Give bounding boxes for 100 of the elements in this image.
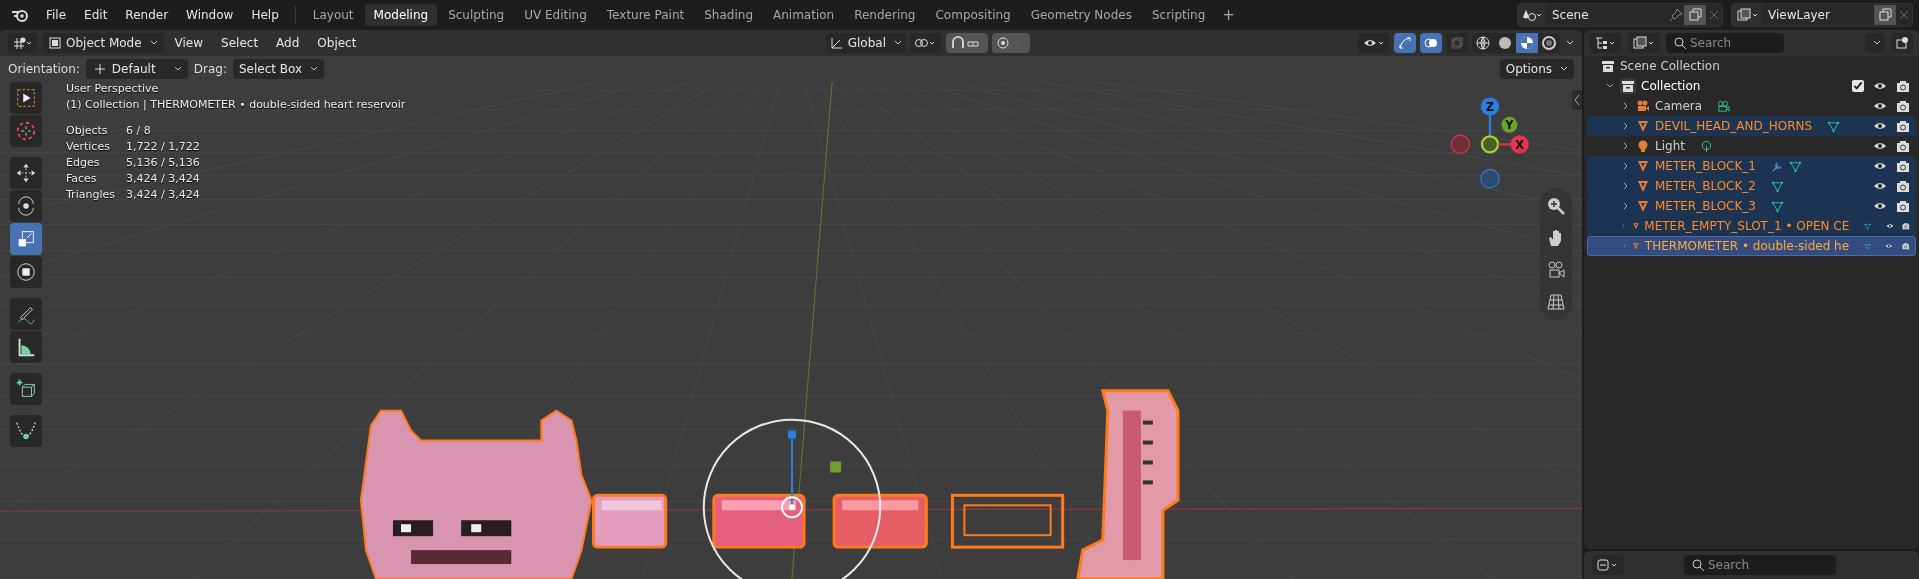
properties-search-field[interactable]: Search [1684,555,1836,575]
object-name[interactable]: THERMOMETER • double-sided he [1644,239,1850,253]
new-collection-button[interactable] [1891,33,1913,53]
workspace-tab[interactable]: Sculpting [439,4,514,26]
outliner-row[interactable]: Light [1587,136,1916,156]
sidebar-toggle-icon[interactable] [1572,90,1582,110]
mesh-data-icon[interactable] [1771,179,1784,193]
view-layer-selector-button[interactable] [1732,4,1762,26]
outliner-row[interactable]: METER_BLOCK_3 [1587,196,1916,216]
outliner-search-field[interactable]: Search [1666,33,1784,53]
menu-item[interactable]: Edit [76,5,116,25]
pivot-point-button[interactable] [910,33,942,53]
rotate-tool-button[interactable] [10,190,42,222]
filter-button[interactable] [1628,33,1660,53]
select-tool-button[interactable] [10,82,42,114]
workspace-tab[interactable]: Scripting [1142,4,1215,26]
scale-tool-button[interactable] [10,223,42,255]
navigation-gizmo[interactable]: Z Y X [1450,94,1530,190]
workspace-tab[interactable]: UV Editing [515,4,596,26]
object-name[interactable]: METER_EMPTY_SLOT_1 • OPEN CE [1644,219,1850,233]
snap-toggle-button[interactable] [946,33,988,53]
menu-item[interactable]: Help [243,5,287,25]
collection-checkbox[interactable] [1852,80,1864,92]
zoom-icon[interactable] [1546,196,1566,216]
viewport-menu-item[interactable]: Object [310,36,364,50]
camera-icon[interactable] [1896,99,1910,113]
viewport-menu-item[interactable]: View [167,36,211,50]
workspace-tab[interactable]: Texture Paint [597,4,694,26]
editor-type-button[interactable] [8,33,38,53]
camera-icon[interactable] [1896,119,1910,133]
add-cube-icon [15,378,37,400]
grid-icon[interactable] [1546,292,1566,312]
menu-item[interactable]: Render [117,5,177,25]
triangle-icon [1636,199,1650,213]
curve-tool-button[interactable] [10,415,42,447]
material-shading-icon[interactable] [1516,33,1538,53]
annotate-tool-button[interactable] [10,298,42,330]
properties-editor-button[interactable] [1592,555,1624,575]
collection-label[interactable]: Collection [1641,79,1701,93]
move-tool-button[interactable] [10,157,42,189]
transform-tool-button[interactable] [10,256,42,288]
camera-icon[interactable] [1896,179,1910,193]
workspace-tab[interactable]: Compositing [926,4,1020,26]
workspace-tab[interactable]: Animation [764,4,844,26]
context-text: (1) Collection | THERMOMETER • double-sided heart reservoir [66,98,406,111]
xray-toggle-button[interactable] [1446,33,1468,53]
workspace-tab[interactable]: Geometry Nodes [1021,4,1141,26]
caret-icon[interactable] [1566,40,1574,46]
outliner-row[interactable]: METER_BLOCK_2 [1587,176,1916,196]
workspace-tab[interactable]: Layout [303,4,363,26]
mesh-data-icon[interactable] [1789,159,1802,173]
camera-icon[interactable] [1896,199,1910,213]
object-name[interactable]: METER_BLOCK_2 [1655,179,1756,193]
transform-orientation-dropdown[interactable]: Global [825,33,906,53]
drag-dropdown[interactable]: Select Box [233,59,325,79]
camera-icon[interactable] [1896,79,1910,93]
workspace-tab[interactable]: Modeling [364,4,438,26]
menu-item[interactable]: File [38,5,75,25]
mesh-data-icon[interactable] [1771,199,1784,213]
object-name[interactable]: Camera [1655,99,1703,113]
viewport-menu-item[interactable]: Select [214,36,266,50]
camera-data-icon[interactable] [1717,99,1731,113]
measure-tool-button[interactable] [10,331,42,363]
object-name[interactable]: METER_BLOCK_1 [1655,159,1756,173]
outliner-row[interactable]: DEVIL_HEAD_AND_HORNS [1587,116,1916,136]
workspace-tab[interactable]: Rendering [845,4,925,26]
scene-selector-button[interactable] [1518,4,1546,26]
outliner-row[interactable]: METER_BLOCK_1 [1587,156,1916,176]
camera-icon[interactable] [1896,139,1910,153]
mode-dropdown[interactable]: Object Mode [42,33,164,53]
viewport-menu-item[interactable]: Add [269,36,307,50]
gizmo-toggle-button[interactable] [1394,33,1416,53]
object-name[interactable]: Light [1655,139,1685,153]
outliner-row[interactable]: Camera [1587,96,1916,116]
orientation-dropdown[interactable]: Default [85,59,188,79]
camera-icon[interactable] [1546,260,1566,280]
mesh-data-icon[interactable] [1827,119,1841,133]
camera-icon[interactable] [1896,159,1910,173]
add-workspace-button[interactable]: + [1216,6,1241,24]
outliner-row[interactable]: METER_EMPTY_SLOT_1 • OPEN CE [1587,216,1916,236]
visibility-button[interactable] [1358,33,1390,53]
proportional-edit-button[interactable] [992,33,1030,53]
duplicate-icon[interactable] [1874,5,1896,25]
triangle-icon [1636,159,1650,173]
overlay-toggle-button[interactable] [1420,33,1442,53]
workspace-tab[interactable]: Shading [695,4,762,26]
app-logo-icon[interactable] [10,7,30,23]
object-name[interactable]: METER_BLOCK_3 [1655,199,1756,213]
add-cube-tool-button[interactable] [10,373,42,405]
pin-icon[interactable] [1668,8,1684,22]
cursor-tool-button[interactable] [10,115,42,147]
options-dropdown[interactable]: Options [1499,59,1574,79]
light-data-icon[interactable] [1699,139,1713,153]
transform-icon [15,261,37,283]
outliner-row[interactable]: THERMOMETER • double-sided he [1587,236,1916,256]
scene-collection-label[interactable]: Scene Collection [1620,59,1720,73]
object-name[interactable]: DEVIL_HEAD_AND_HORNS [1655,119,1813,133]
display-mode-button[interactable] [1590,33,1622,53]
duplicate-icon[interactable] [1684,5,1706,25]
menu-item[interactable]: Window [178,5,242,25]
